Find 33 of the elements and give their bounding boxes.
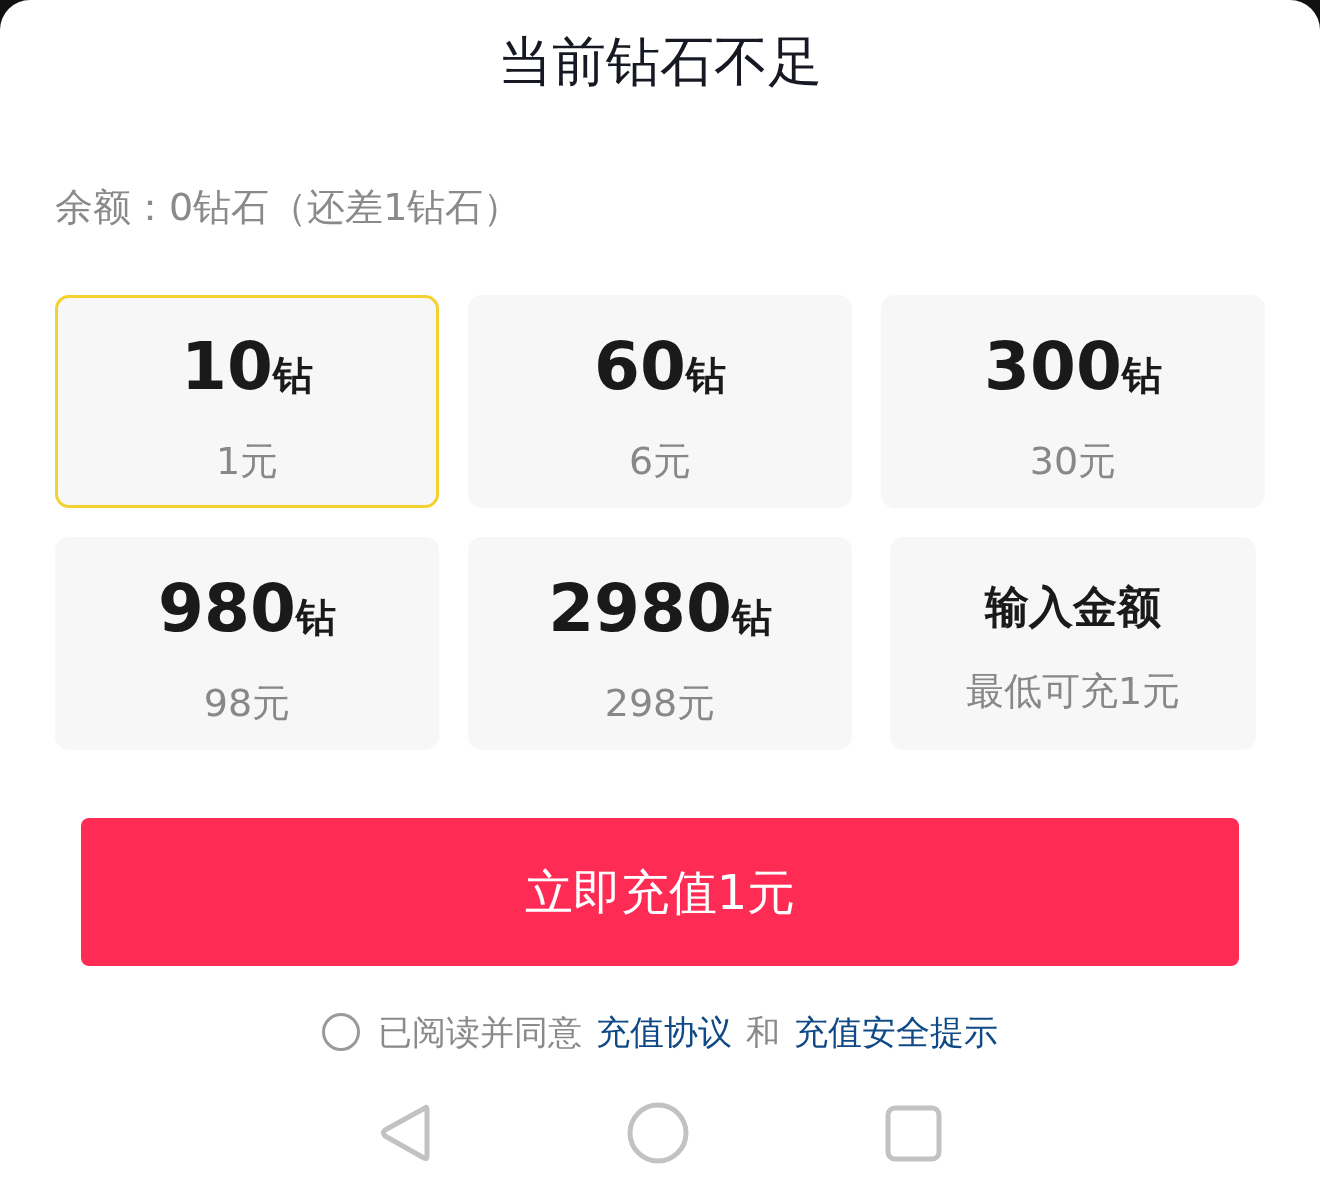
diamond-package-option[interactable]: 980钻 98元 bbox=[55, 537, 439, 750]
diamond-unit: 钻 bbox=[731, 593, 772, 642]
diamond-unit: 钻 bbox=[685, 351, 726, 400]
back-icon[interactable] bbox=[378, 1102, 431, 1164]
diamond-amount: 300 bbox=[984, 331, 1122, 403]
diamond-package-option[interactable]: 2980钻 298元 bbox=[468, 537, 852, 750]
diamond-package-option[interactable]: 300钻 30元 bbox=[881, 295, 1265, 508]
sheet-title: 当前钻石不足 bbox=[498, 29, 822, 95]
diamond-package-option[interactable]: 60钻 6元 bbox=[468, 295, 852, 508]
diamond-amount: 60 bbox=[594, 331, 686, 403]
diamond-unit: 钻 bbox=[295, 593, 336, 642]
custom-amount-label: 输入金额 bbox=[985, 580, 1161, 634]
package-price: 30元 bbox=[1029, 438, 1117, 485]
package-price: 1元 bbox=[215, 438, 279, 485]
agreement-link[interactable]: 充值协议 bbox=[596, 1008, 732, 1056]
pay-now-button[interactable]: 立即充值1元 bbox=[81, 818, 1239, 966]
agreement-link[interactable]: 充值安全提示 bbox=[794, 1008, 998, 1056]
agreement-text: 已阅读并同意 充值协议 和 充值安全提示 bbox=[378, 1008, 998, 1056]
diamond-amount: 10 bbox=[181, 331, 273, 403]
diamond-package-option[interactable]: 10钻 1元 bbox=[55, 295, 439, 508]
custom-amount-hint: 最低可充1元 bbox=[965, 668, 1181, 715]
home-icon[interactable] bbox=[626, 1102, 689, 1164]
diamond-amount: 980 bbox=[158, 573, 296, 645]
package-price: 6元 bbox=[628, 438, 692, 485]
recent-apps-icon[interactable] bbox=[884, 1104, 942, 1162]
package-price: 298元 bbox=[604, 680, 716, 727]
diamond-amount: 2980 bbox=[548, 573, 732, 645]
package-price: 98元 bbox=[203, 680, 291, 727]
custom-amount-field[interactable]: 输入金额 最低可充1元 bbox=[890, 537, 1256, 750]
balance-text: 余额：0钻石（还差1钻石） bbox=[55, 185, 522, 229]
diamond-unit: 钻 bbox=[272, 351, 313, 400]
agreement-radio[interactable] bbox=[322, 1013, 360, 1051]
diamond-unit: 钻 bbox=[1121, 351, 1162, 400]
